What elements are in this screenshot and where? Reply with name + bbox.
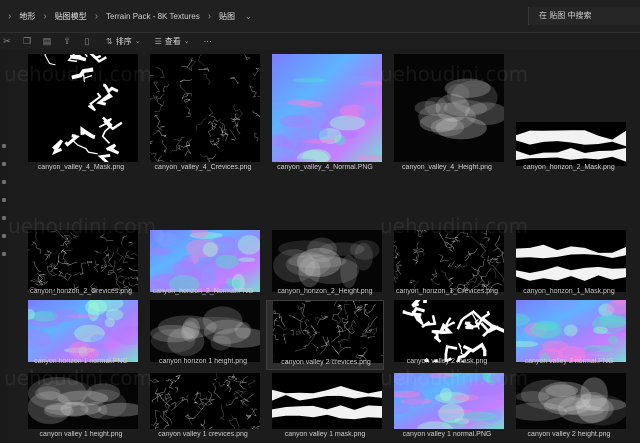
file-item[interactable]: canyon valley 1 mask.png [266, 371, 384, 443]
file-name: canyon_valley_4_Mask.png [37, 164, 125, 171]
file-name: canyon valley 1 normal.PNG [402, 431, 492, 438]
file-thumbnail [394, 373, 504, 429]
file-thumbnail [272, 230, 382, 292]
file-thumbnail [272, 373, 382, 429]
file-name: canyon_valley_4_Normal.PNG [277, 164, 373, 171]
file-name: canyon_valley_4_Crevices.png [154, 164, 252, 171]
file-item[interactable]: canyon_valley_4_Normal.PNG [266, 52, 384, 176]
file-thumbnail [150, 54, 260, 162]
file-item[interactable]: canyon valley 1 height.png [22, 371, 140, 443]
file-item[interactable]: canyon_horizon_2_Crevices.png [22, 230, 140, 300]
file-item[interactable]: canyon_horizon_1_Mask.png [510, 230, 628, 300]
file-item[interactable]: canyon_horizon_2_Mask.png [510, 52, 628, 176]
file-item[interactable]: canyon_horizon_2_Height.png [266, 230, 384, 300]
file-name: canyon valley 1 crevices.png [158, 431, 248, 438]
file-thumbnail [516, 122, 626, 166]
file-name: canyon_valley_4_Height.png [402, 164, 492, 171]
file-thumbnail [150, 300, 260, 362]
file-item[interactable]: canyon valley 2 crevices.png [266, 300, 384, 370]
file-thumbnail [272, 54, 382, 162]
file-item[interactable]: canyon valley 2 mask.png [388, 300, 506, 370]
file-name: canyon_horizon_2_Height.png [277, 288, 373, 295]
file-name: canyon valley 2 height.png [527, 431, 611, 438]
file-item[interactable]: canyon horizon 1 normal.PNG [22, 300, 140, 370]
file-grid: canyon_valley_4_Mask.png canyon_valley_4_… [0, 0, 640, 443]
file-thumbnail [516, 373, 626, 429]
file-thumbnail [28, 230, 138, 292]
file-item[interactable]: canyon_horizon_1_Crevices.png [388, 230, 506, 300]
file-item[interactable]: canyon_valley_4_Height.png [388, 52, 506, 176]
file-thumbnail [150, 230, 260, 292]
file-thumbnail [394, 300, 504, 362]
file-thumbnail [273, 301, 383, 363]
file-item[interactable]: canyon_horizon_2_Normal.PNG [144, 230, 262, 300]
file-item[interactable]: canyon valley 2 height.png [510, 371, 628, 443]
file-thumbnail [394, 230, 504, 292]
file-name: canyon_horizon_1_Mask.png [523, 288, 615, 295]
file-thumbnail [516, 230, 626, 292]
file-thumbnail [150, 373, 260, 429]
file-name: canyon horizon 1 normal.PNG [34, 358, 128, 365]
file-name: canyon valley 2 normal.PNG [524, 358, 614, 365]
file-item[interactable]: canyon valley 1 normal.PNG [388, 371, 506, 443]
file-name: canyon valley 2 crevices.png [281, 359, 371, 366]
file-name: canyon horizon 1 height.png [159, 358, 247, 365]
file-item[interactable]: canyon_valley_4_Crevices.png [144, 52, 262, 176]
file-name: canyon_horizon_2_Mask.png [523, 164, 615, 171]
file-name: canyon valley 1 height.png [39, 431, 123, 438]
file-name: canyon_horizon_2_Normal.PNG [152, 288, 254, 295]
file-thumbnail [28, 373, 138, 429]
file-thumbnail [394, 54, 504, 162]
file-thumbnail [516, 300, 626, 362]
file-item[interactable]: canyon horizon 1 height.png [144, 300, 262, 370]
file-item[interactable]: canyon valley 2 normal.PNG [510, 300, 628, 370]
file-name: canyon_horizon_1_Crevices.png [396, 288, 498, 295]
file-item[interactable]: canyon valley 1 crevices.png [144, 371, 262, 443]
file-name: canyon valley 1 mask.png [284, 431, 366, 438]
file-item[interactable]: canyon_valley_4_Mask.png [22, 52, 140, 176]
file-thumbnail [28, 54, 138, 162]
file-name: canyon valley 2 mask.png [406, 358, 488, 365]
file-name: canyon_horizon_2_Crevices.png [30, 288, 132, 295]
file-thumbnail [28, 300, 138, 362]
